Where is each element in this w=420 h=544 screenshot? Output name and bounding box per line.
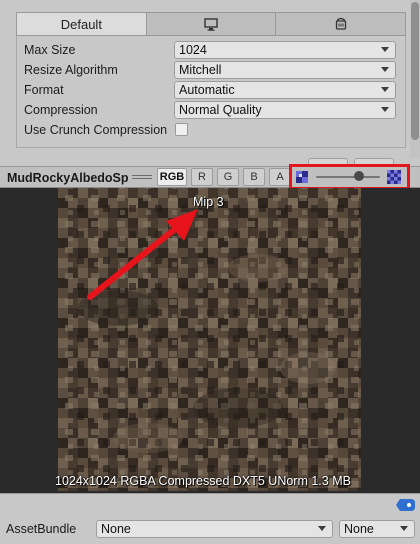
format-value: Automatic	[179, 83, 235, 97]
format-dropdown[interactable]: Automatic	[174, 81, 396, 99]
tab-standalone[interactable]	[147, 13, 277, 35]
mip-level-label: Mip 3	[193, 195, 224, 209]
chevron-down-icon	[381, 67, 389, 72]
channel-rgb-button[interactable]: RGB	[157, 168, 187, 186]
crunch-compression-label: Use Crunch Compression	[24, 123, 168, 137]
asset-bundle-name-dropdown[interactable]: None	[96, 520, 333, 538]
max-size-value: 1024	[179, 43, 207, 57]
chevron-down-icon	[381, 107, 389, 112]
compression-dropdown[interactable]: Normal Quality	[174, 101, 396, 119]
asset-bundle-label: AssetBundle	[6, 522, 77, 536]
format-label: Format	[24, 83, 64, 97]
channel-b-button[interactable]: B	[243, 168, 265, 186]
compression-value: Normal Quality	[179, 103, 262, 117]
mip-slider-highlight-box	[289, 164, 410, 190]
asset-bundle-variant-dropdown[interactable]: None	[339, 520, 415, 538]
chevron-down-icon	[381, 47, 389, 52]
chevron-down-icon	[400, 526, 408, 531]
resize-algorithm-value: Mitchell	[179, 63, 222, 77]
tab-default-label: Default	[60, 16, 102, 32]
max-size-dropdown[interactable]: 1024	[174, 41, 396, 59]
tab-default[interactable]: Default	[17, 13, 147, 35]
channel-g-button[interactable]: G	[217, 168, 239, 186]
channel-r-button[interactable]: R	[191, 168, 213, 186]
channel-a-button[interactable]: A	[269, 168, 291, 186]
platform-tab-bar: Default	[16, 12, 406, 36]
tab-android[interactable]	[276, 13, 405, 35]
resize-algorithm-dropdown[interactable]: Mitchell	[174, 61, 396, 79]
preview-title: MudRockyAlbedoSp	[7, 171, 129, 185]
red-arrow-annotation	[87, 209, 198, 300]
chevron-down-icon	[318, 526, 326, 531]
asset-bundle-variant-value: None	[344, 522, 374, 536]
compression-label: Compression	[24, 103, 98, 117]
texture-info-label: 1024x1024 RGBA Compressed DXT5 UNorm 1.3…	[55, 474, 351, 488]
scrollbar-thumb[interactable]	[411, 2, 419, 140]
monitor-icon	[204, 17, 218, 31]
crunch-compression-checkbox[interactable]	[175, 123, 188, 136]
chevron-down-icon	[381, 87, 389, 92]
resize-algorithm-label: Resize Algorithm	[24, 63, 118, 77]
max-size-label: Max Size	[24, 43, 76, 57]
label-tag-icon[interactable]	[396, 498, 416, 512]
android-icon	[335, 17, 346, 30]
asset-bundle-name-value: None	[101, 522, 131, 536]
drag-handle-icon[interactable]	[132, 175, 152, 181]
